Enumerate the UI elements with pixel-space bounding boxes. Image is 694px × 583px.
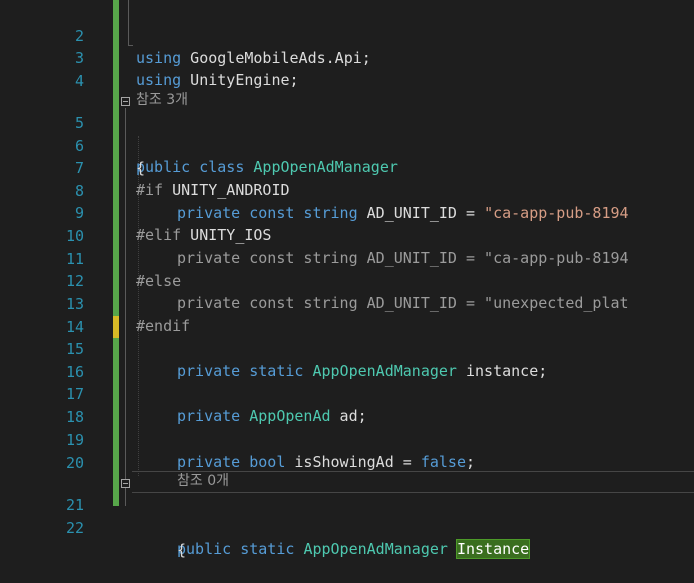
- code-line-2[interactable]: 2 using GoogleMobileAds.Api;: [0, 3, 694, 67]
- code-line-7[interactable]: 7 #if UNITY_ANDROID: [0, 135, 694, 199]
- code-line-18[interactable]: 18: [0, 384, 694, 426]
- code-line-21[interactable]: 21 public static AppOpenAdManager Instan…: [0, 472, 694, 559]
- type-name: AppOpenAdManager: [303, 540, 448, 558]
- code-line-12[interactable]: 12 private const string AD_UNIT_ID = "un…: [0, 248, 694, 312]
- collapse-toggle-icon[interactable]: [121, 97, 130, 106]
- code-line-14[interactable]: 14: [0, 294, 694, 336]
- code-line-6[interactable]: 6 {: [0, 113, 694, 177]
- codelens-row[interactable]: 참조 3개: [0, 70, 694, 108]
- code-text: {: [177, 541, 187, 559]
- code-editor[interactable]: 2 using GoogleMobileAds.Api; 3 using Uni…: [0, 0, 694, 559]
- code-line-19[interactable]: 19 private bool isShowingAd = false;: [0, 407, 694, 471]
- code-line-10[interactable]: 10 private const string AD_UNIT_ID = "ca…: [0, 203, 694, 267]
- collapse-toggle-icon[interactable]: [121, 479, 130, 488]
- highlighted-identifier[interactable]: Instance: [455, 539, 531, 559]
- code-line-13[interactable]: 13 #endif: [0, 271, 694, 335]
- code-line-8[interactable]: 8 private const string AD_UNIT_ID = "ca-…: [0, 158, 694, 222]
- codelens-row[interactable]: 참조 0개: [0, 451, 694, 489]
- code-line-16[interactable]: 16: [0, 339, 694, 381]
- code-line-9[interactable]: 9 #elif UNITY_IOS: [0, 180, 694, 244]
- code-line-22[interactable]: 22 {: [0, 495, 694, 559]
- code-line-3[interactable]: 3 using UnityEngine;: [0, 25, 694, 89]
- line-number: 22: [65, 519, 84, 537]
- code-line-20[interactable]: 20: [0, 430, 694, 472]
- code-line-15[interactable]: 15 private static AppOpenAdManager insta…: [0, 316, 694, 380]
- code-line-17[interactable]: 17 private AppOpenAd ad;: [0, 361, 694, 425]
- code-line-4[interactable]: 4: [0, 48, 694, 90]
- code-line-5[interactable]: 5 public class AppOpenAdManager: [0, 90, 694, 176]
- code-line-11[interactable]: 11 #else: [0, 226, 694, 290]
- keyword: static: [231, 540, 304, 558]
